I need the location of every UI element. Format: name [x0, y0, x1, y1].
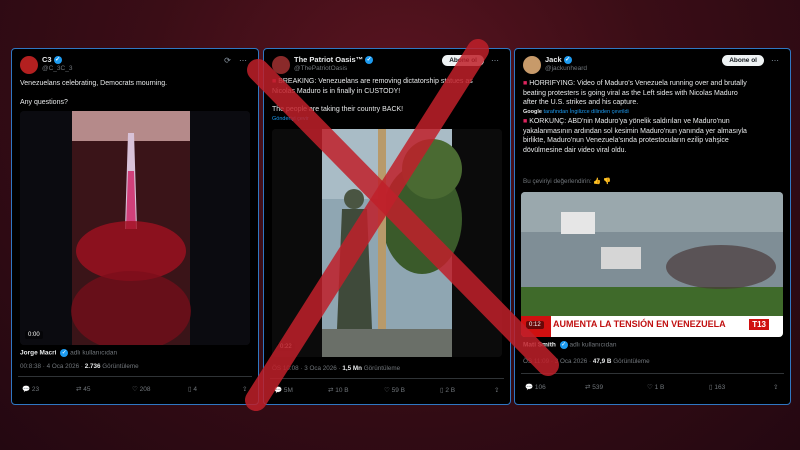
- more-options-icon[interactable]: ⋯: [491, 56, 502, 65]
- verified-icon: ✓: [365, 56, 374, 65]
- news-banner: AUMENTA LA TENSIÓN EN VENEZUELA: [553, 319, 726, 329]
- google-translate-note: Google tarafından İngilizce dilinden çev…: [523, 108, 629, 115]
- more-options-icon[interactable]: ⋯: [771, 56, 782, 65]
- share-icon[interactable]: ⇪: [773, 383, 778, 391]
- bookmark-button[interactable]: ▯ 2 B: [440, 386, 455, 394]
- tweet-header: Jack ✓ @jackunheard Abone ol ⋯: [515, 49, 790, 83]
- channel-logo: T13: [749, 319, 769, 330]
- author-name[interactable]: Jack ✓: [545, 55, 572, 65]
- bookmark-button[interactable]: ▯ 163: [709, 383, 725, 391]
- bookmark-button[interactable]: ▯ 4: [188, 385, 197, 393]
- like-button[interactable]: ♡ 1 B: [647, 383, 664, 391]
- author-name[interactable]: The Patriot Oasis™ ✓: [294, 55, 374, 65]
- divider: [18, 376, 252, 377]
- author-name[interactable]: C3 ✓: [42, 55, 62, 65]
- tweet-card-1: C3 ✓ @C_3C_3 ⟳ ⋯ Venezuelans celebrating,…: [11, 48, 259, 405]
- verified-icon: ✓: [563, 56, 572, 65]
- video-frame-statue: [272, 129, 502, 357]
- divider: [521, 373, 784, 374]
- divider: [270, 378, 504, 379]
- video-time: 0:12: [526, 321, 544, 329]
- reply-button[interactable]: 💬 23: [22, 385, 39, 393]
- tagged-user[interactable]: Jorge Macri ✓ adlı kullanıcıdan: [20, 349, 117, 357]
- verified-icon: ✓: [53, 56, 62, 65]
- author-handle[interactable]: @C_3C_3: [42, 65, 72, 72]
- retweet-button[interactable]: ⇄ 10 B: [328, 386, 349, 394]
- more-options-icon[interactable]: ⟳ ⋯: [224, 56, 250, 65]
- avatar[interactable]: [272, 56, 290, 74]
- follow-button[interactable]: Abone ol: [442, 55, 484, 66]
- verified-icon: ✓: [559, 341, 568, 349]
- tweet-card-2: The Patriot Oasis™ ✓ @ThePatriotOasis Abo…: [263, 48, 511, 405]
- share-icon[interactable]: ⇪: [494, 386, 499, 394]
- video-frame-street: [521, 192, 783, 337]
- reply-button[interactable]: 💬 5M: [274, 386, 293, 394]
- verified-icon: ✓: [60, 349, 69, 357]
- tweet-meta: ÖS 11:09 · 3 Oca 2026 · 47,9 B Görüntüle…: [523, 358, 650, 365]
- tweet-card-3: Jack ✓ @jackunheard Abone ol ⋯ ■ HORRIFYI…: [514, 48, 791, 405]
- avatar[interactable]: [20, 56, 38, 74]
- video-frame-crowd: [20, 111, 250, 345]
- retweet-button[interactable]: ⇄ 539: [585, 383, 603, 391]
- tagged-user[interactable]: Mati Smith ✓ adlı kullanıcıdan: [523, 341, 616, 349]
- video-player[interactable]: AUMENTA LA TENSIÓN EN VENEZUELA T13 0:12: [521, 192, 783, 337]
- share-icon[interactable]: ⇪: [242, 385, 247, 393]
- rate-translation[interactable]: Bu çeviriyi değerlendirin: 👍 👎: [523, 177, 611, 185]
- reply-button[interactable]: 💬 106: [525, 383, 546, 391]
- tweet-text: Venezuelans celebrating, Democrats mourn…: [20, 80, 168, 106]
- tweet-text: ■ BREAKING: Venezuelans are removing dic…: [272, 77, 473, 124]
- translate-link[interactable]: Gönderiyi çevir: [272, 115, 473, 125]
- follow-button[interactable]: Abone ol: [722, 55, 764, 66]
- video-player[interactable]: 0:00: [20, 111, 250, 345]
- tweet-header: C3 ✓ @C_3C_3 ⟳ ⋯: [12, 49, 258, 83]
- retweet-button[interactable]: ⇄ 45: [76, 385, 91, 393]
- like-button[interactable]: ♡ 59 B: [384, 386, 405, 394]
- author-handle[interactable]: @jackunheard: [545, 65, 587, 72]
- tweet-meta: 00:8:38 · 4 Oca 2026 · 2.736 Görüntüleme: [20, 363, 139, 370]
- avatar[interactable]: [523, 56, 541, 74]
- video-time: 0:22: [277, 343, 295, 351]
- tweet-meta: ÖS 10:08 · 3 Oca 2026 · 1,5 Mn Görüntüle…: [272, 365, 401, 372]
- like-button[interactable]: ♡ 208: [132, 385, 151, 393]
- tweet-text: ■ HORRIFYING: Video of Maduro's Venezuel…: [523, 79, 785, 155]
- author-handle[interactable]: @ThePatriotOasis: [294, 65, 347, 72]
- video-time: 0:00: [25, 331, 43, 339]
- video-player[interactable]: 0:22: [272, 129, 502, 357]
